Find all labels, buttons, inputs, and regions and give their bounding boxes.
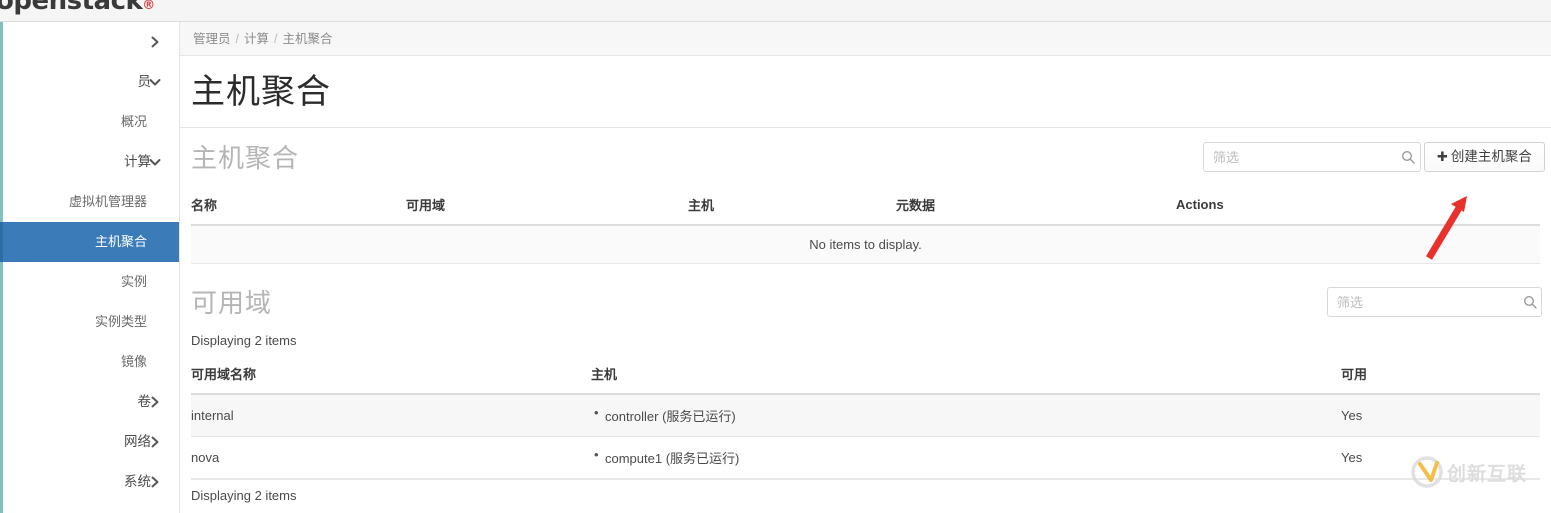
sidebar-nav: 员 概况 计算 虚拟机管理器 主机聚合 实例 实例类型 镜像 卷 网络 系统 — [0, 22, 180, 513]
aggregates-filter-input[interactable] — [1204, 143, 1395, 172]
brand-trademark: ® — [142, 0, 155, 13]
sidebar-item-label: 概况 — [120, 114, 147, 129]
az-available-cell: Yes — [1341, 436, 1540, 480]
az-hosts-cell: compute1 (服务已运行) — [591, 436, 1341, 480]
sidebar-item-admin[interactable]: 员 — [0, 62, 179, 102]
availability-zones-title: 可用域 — [191, 288, 273, 319]
sidebar-item-host-aggregates[interactable]: 主机聚合 — [0, 222, 179, 262]
create-host-aggregate-label: 创建主机聚合 — [1450, 149, 1532, 165]
sidebar-item-volumes[interactable]: 卷 — [0, 382, 179, 422]
create-host-aggregate-button[interactable]: ✚ 创建主机聚合 — [1424, 142, 1545, 173]
table-row[interactable]: nova compute1 (服务已运行) Yes — [191, 436, 1540, 480]
openstack-logo[interactable]: openstack® — [0, 0, 155, 16]
availability-zones-count-top: Displaying 2 items — [191, 333, 297, 349]
sidebar-item-label: 镜像 — [120, 354, 147, 369]
column-header-name[interactable]: 名称 — [191, 186, 406, 227]
main-content: 管理员 / 计算 / 主机聚合 主机聚合 主机聚合 ✚创建主机聚合 — [180, 22, 1551, 513]
az-name-cell: internal — [191, 394, 591, 438]
column-header-availability-zone[interactable]: 可用域 — [406, 186, 688, 227]
availability-zones-table: 可用域名称 主机 可用 internal controller (服务已运行) — [191, 355, 1540, 480]
sidebar-item-network[interactable]: 网络 — [0, 422, 179, 462]
column-header-metadata[interactable]: 元数据 — [896, 186, 1176, 227]
table-empty-row: No items to display. — [191, 225, 1540, 265]
sidebar-item-label: 系统 — [124, 474, 151, 489]
sidebar-item-compute[interactable]: 计算 — [0, 142, 179, 182]
brand-name: openstack — [0, 0, 143, 16]
table-header-row: 可用域名称 主机 可用 — [191, 355, 1540, 396]
az-available-cell: Yes — [1341, 394, 1540, 438]
sidebar-item-label: 实例 — [120, 274, 147, 289]
sidebar-item-flavors[interactable]: 实例类型 — [0, 302, 179, 342]
search-icon[interactable] — [1519, 295, 1541, 310]
column-header-az-name[interactable]: 可用域名称 — [191, 355, 591, 396]
sidebar-item-label: 主机聚合 — [94, 234, 147, 249]
chevron-right-icon — [149, 22, 161, 62]
breadcrumb-item-compute[interactable]: 计算 — [244, 32, 269, 46]
sidebar-item-label: 实例类型 — [94, 314, 147, 329]
az-host-item: compute1 (服务已运行) — [594, 447, 1341, 467]
search-icon[interactable] — [1395, 150, 1420, 165]
sidebar-item-overview[interactable]: 概况 — [0, 102, 179, 142]
sidebar-item-label: 计算 — [124, 154, 151, 169]
empty-message: No items to display. — [191, 225, 1540, 265]
sidebar-item-label: 虚拟机管理器 — [68, 194, 147, 209]
host-aggregates-table: 名称 可用域 主机 元数据 Actions No items to displa… — [191, 186, 1540, 265]
breadcrumb-item-current: 主机聚合 — [282, 32, 333, 46]
sidebar-item-hypervisors[interactable]: 虚拟机管理器 — [0, 182, 179, 222]
sidebar-item-instances[interactable]: 实例 — [0, 262, 179, 302]
az-hosts-cell: controller (服务已运行) — [591, 394, 1341, 438]
plus-icon: ✚ — [1437, 149, 1448, 165]
chevron-right-icon — [149, 462, 161, 502]
availability-zones-count-bottom: Displaying 2 items — [191, 479, 1540, 510]
sidebar-item-0[interactable] — [0, 22, 179, 62]
host-aggregates-section: 主机聚合 ✚创建主机聚合 名称 可用域 主机 — [180, 128, 1551, 265]
availability-zones-section: 可用域 Displaying 2 items 可用域名称 主机 可用 — [180, 273, 1551, 510]
chevron-right-icon — [149, 502, 161, 513]
aggregates-filter[interactable] — [1203, 142, 1421, 173]
sidebar-item-management[interactable]: 管理 — [0, 502, 179, 513]
chevron-right-icon — [149, 382, 161, 422]
chevron-right-icon — [149, 422, 161, 462]
az-host-list: compute1 (服务已运行) — [591, 447, 1341, 467]
chevron-down-icon — [149, 62, 161, 102]
user-menu-icon[interactable] — [1475, 0, 1497, 7]
availability-zones-header: 可用域 — [191, 273, 1542, 327]
az-name-cell: nova — [191, 436, 591, 480]
availability-zones-filter[interactable] — [1327, 287, 1542, 318]
az-host-item: controller (服务已运行) — [594, 405, 1341, 425]
host-aggregates-title: 主机聚合 — [191, 143, 300, 174]
table-row[interactable]: internal controller (服务已运行) Yes — [191, 394, 1540, 438]
availability-zones-filter-input[interactable] — [1328, 288, 1519, 317]
az-host-list: controller (服务已运行) — [591, 405, 1341, 425]
host-aggregates-header: 主机聚合 ✚创建主机聚合 — [191, 128, 1545, 186]
sidebar-item-system[interactable]: 系统 — [0, 462, 179, 502]
top-navbar: openstack® — [0, 0, 1551, 22]
breadcrumb-separator: / — [235, 32, 239, 46]
breadcrumb: 管理员 / 计算 / 主机聚合 — [180, 22, 1551, 56]
breadcrumb-item-admin[interactable]: 管理员 — [193, 32, 231, 46]
chevron-down-icon — [149, 142, 161, 182]
column-header-actions: Actions — [1176, 186, 1540, 227]
sidebar-item-label: 网络 — [124, 434, 151, 449]
table-header-row: 名称 可用域 主机 元数据 Actions — [191, 186, 1540, 227]
breadcrumb-separator: / — [274, 32, 278, 46]
column-header-az-available[interactable]: 可用 — [1341, 355, 1540, 396]
column-header-az-hosts[interactable]: 主机 — [591, 355, 1341, 396]
page-title: 主机聚合 — [180, 56, 1551, 129]
sidebar-item-images[interactable]: 镜像 — [0, 342, 179, 382]
column-header-hosts[interactable]: 主机 — [688, 186, 896, 227]
